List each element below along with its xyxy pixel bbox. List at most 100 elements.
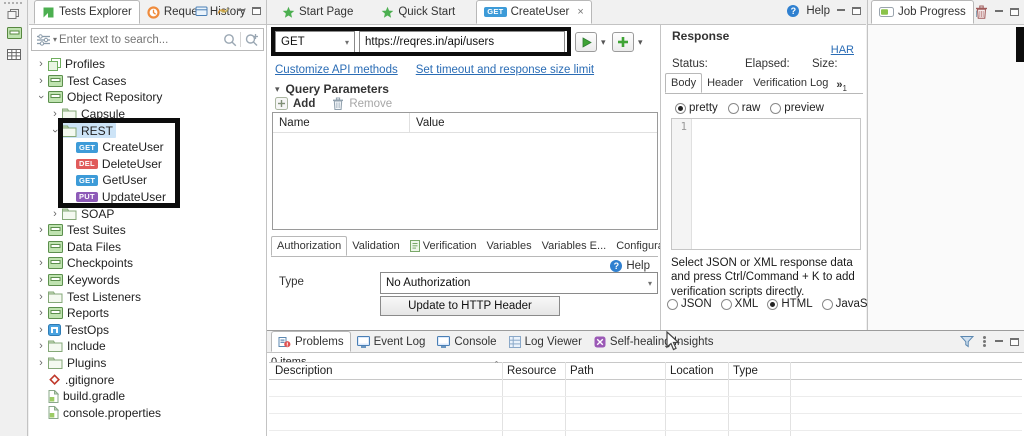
minimize-icon[interactable] [237,7,245,15]
drag-grip[interactable] [4,2,22,6]
tab-verification[interactable]: Verification [405,236,482,256]
expander-expanded-icon[interactable]: › [49,125,61,137]
tab-event-log[interactable]: Event Log [351,331,432,352]
radio-button-icon[interactable] [675,102,686,114]
tab-self-healing-insights[interactable]: Self-healing Insights [588,331,720,352]
radio-json[interactable]: JSON [667,298,712,310]
view-menu-icon[interactable] [983,340,986,343]
tree-item-test-cases[interactable]: › Test Cases [29,73,266,90]
search-input[interactable] [57,33,220,46]
tab-log-viewer[interactable]: Log Viewer [503,331,588,352]
tab-start-page[interactable]: Start Page [275,0,360,24]
set-timeout-link[interactable]: Set timeout and response size limit [416,64,594,76]
column-name[interactable]: Name [273,117,409,129]
tree-item-gitignore[interactable]: .gitignore [29,371,266,388]
tab-header[interactable]: Header [702,73,748,93]
send-request-button[interactable] [575,32,597,52]
maximize-icon[interactable] [852,7,861,15]
maximize-icon[interactable] [1010,337,1019,346]
tree-item-keywords[interactable]: › Keywords [29,272,266,289]
tab-tests-explorer[interactable]: Tests Explorer [34,0,140,24]
tree-item-checkpoints[interactable]: › Checkpoints [29,255,266,272]
method-select[interactable]: GET ▾ [275,31,355,53]
tab-overflow-indicator[interactable]: »1 [833,79,850,93]
clear-trash-icon[interactable] [975,5,988,19]
column-header-resource[interactable]: Resource [501,363,564,379]
radio-preview[interactable]: preview [770,102,824,114]
expander-expanded-icon[interactable]: › [35,91,47,103]
remove-param-button[interactable]: Remove [349,98,392,110]
tree-item-profiles[interactable]: › Profiles [29,56,266,73]
expander-collapsed-icon[interactable]: › [35,357,47,368]
tree-item-deleteuser[interactable]: DEL DeleteUser [29,156,266,173]
expander-collapsed-icon[interactable]: › [35,324,47,335]
expander-collapsed-icon[interactable]: › [35,258,47,269]
tree-item-updateuser[interactable]: PUT UpdateUser [29,189,266,206]
request-help[interactable]: ? Help [610,260,650,272]
add-options-chevron-icon[interactable]: ▾ [638,37,643,48]
expander-collapsed-icon[interactable]: › [35,341,47,352]
radio-button-icon[interactable] [767,298,779,310]
column-header-type[interactable]: Type [727,363,789,379]
restore-view-icon[interactable] [7,8,20,20]
tree-item-capsule[interactable]: › Capsule [29,106,266,123]
filter-funnel-icon[interactable] [960,335,974,348]
send-options-chevron-icon[interactable]: ▾ [601,37,606,48]
tree-item-rest[interactable]: › REST [29,122,266,139]
expander-collapsed-icon[interactable]: › [35,75,47,86]
help-icon[interactable]: ? [787,5,800,17]
close-icon[interactable]: × [577,6,583,18]
expander-collapsed-icon[interactable]: › [49,208,61,219]
expander-collapsed-icon[interactable]: › [49,109,61,120]
advanced-search-icon[interactable] [245,33,259,47]
tab-authorization[interactable]: Authorization [271,236,348,256]
expander-collapsed-icon[interactable]: › [35,59,47,70]
help-label[interactable]: Help [806,5,830,17]
update-to-http-header-button[interactable]: Update to HTTP Header [380,296,560,316]
tree-item-test-suites[interactable]: › Test Suites [29,222,266,239]
minimize-icon[interactable] [995,338,1003,346]
tree-item-object-repository[interactable]: › Object Repository [29,89,266,106]
search-icon[interactable] [223,33,237,47]
column-header-description[interactable]: Description [269,363,501,379]
tab-createuser[interactable]: GET CreateUser × [476,0,592,24]
maximize-icon[interactable] [252,7,261,15]
tab-variables[interactable]: Variables [482,236,537,256]
expander-collapsed-icon[interactable]: › [35,225,47,236]
tab-job-progress[interactable]: Job Progress [871,0,974,24]
tab-body[interactable]: Body [665,73,703,93]
query-parameters-table[interactable]: Name Value [272,112,658,230]
tree-item-data-files[interactable]: Data Files [29,239,266,256]
url-input[interactable]: https://reqres.in/api/users [359,31,565,53]
har-link[interactable]: HAR [831,44,854,56]
radio-button-icon[interactable] [821,298,833,310]
radio-button-icon[interactable] [727,102,739,114]
tab-quick-start[interactable]: Quick Start [374,0,462,24]
filter-sliders-icon[interactable] [36,33,51,46]
radio-raw[interactable]: raw [727,102,760,114]
response-body-editor[interactable]: 1 [671,118,861,250]
customize-api-methods-link[interactable]: Customize API methods [275,64,398,76]
tab-variables-e[interactable]: Variables E... [537,236,612,256]
tab-verification-log[interactable]: Verification Log [748,73,833,93]
expander-collapsed-icon[interactable]: › [35,275,47,286]
archive-drawer-icon[interactable] [7,27,22,39]
column-header-location[interactable]: Location [664,363,727,379]
radio-html[interactable]: HTML [767,298,813,310]
radio-xml[interactable]: XML [720,298,758,310]
column-header-path[interactable]: Path [564,363,664,379]
query-parameters-header[interactable]: ▾ Query Parameters [275,82,389,96]
minimize-icon[interactable] [995,8,1003,16]
tree-item-soap[interactable]: › SOAP [29,205,266,222]
column-value[interactable]: Value [409,113,657,132]
add-request-button[interactable] [612,32,634,52]
table-view-icon[interactable] [7,49,21,60]
link-with-editor-icon[interactable] [216,5,230,17]
tree-item-plugins[interactable]: › Plugins [29,355,266,372]
tab-validation[interactable]: Validation [347,236,405,256]
authorization-type-select[interactable]: No Authorization ▾ [380,272,658,294]
tree-item-reports[interactable]: › Reports [29,305,266,322]
maximize-icon[interactable] [1010,8,1019,16]
add-param-button[interactable]: Add [293,98,315,110]
restore-layout-icon[interactable] [195,5,209,17]
